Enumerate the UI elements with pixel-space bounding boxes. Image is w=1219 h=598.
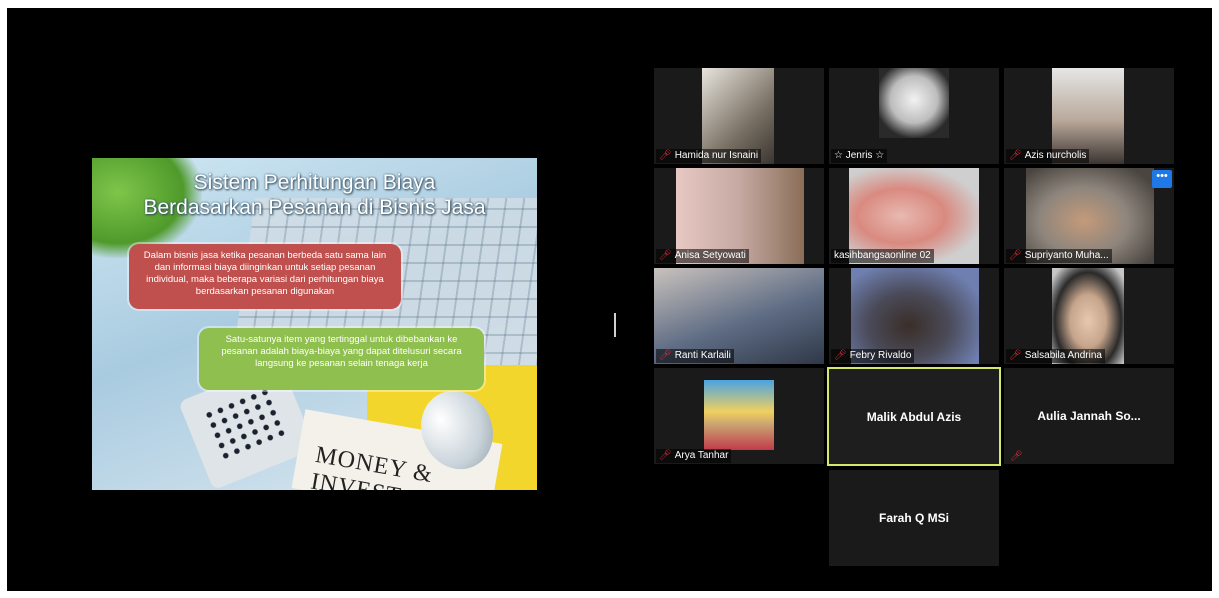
participant-name: kasihbangsaonline 02 — [834, 250, 931, 261]
participant-nametag: 🎤︎ Ranti Karlaili — [656, 349, 734, 363]
participant-video — [704, 380, 774, 450]
slide-title: Sistem Perhitungan Biaya Berdasarkan Pes… — [92, 170, 537, 220]
muted-mic-icon: 🎤︎ — [659, 350, 672, 361]
muted-mic-icon: 🎤︎ — [834, 350, 847, 361]
participant-nametag: 🎤︎ Azis nurcholis — [1006, 149, 1090, 163]
participant-tile[interactable]: 🎤︎ Azis nurcholis — [1004, 68, 1174, 164]
muted-mic-icon: 🎤︎ — [1010, 451, 1023, 462]
muted-mic-icon: 🎤︎ — [1009, 250, 1022, 261]
participant-name: Febry Rivaldo — [849, 350, 912, 361]
participant-tile[interactable]: Aulia Jannah So... 🎤︎ — [1004, 368, 1174, 464]
participant-name: Hamida nur Isnaini — [674, 150, 759, 161]
participant-tile[interactable]: 🎤︎ Salsabila Andrina — [1004, 268, 1174, 364]
participant-tile[interactable]: 🎤︎ Hamida nur Isnaini — [654, 68, 824, 164]
slide-title-line2: Berdasarkan Pesanan di Bisnis Jasa — [143, 196, 486, 219]
participant-tile[interactable]: 🎤︎ Anisa Setyowati — [654, 168, 824, 264]
participant-name: Azis nurcholis — [1024, 150, 1087, 161]
participant-name: Ranti Karlaili — [674, 350, 731, 361]
active-speaker-tile[interactable]: Malik Abdul Azis — [827, 367, 1001, 466]
participant-name: Arya Tanhar — [674, 450, 729, 461]
participant-tile[interactable]: ☆ Jenris ☆ — [829, 68, 999, 164]
slide-title-line1: Sistem Perhitungan Biaya — [193, 171, 436, 194]
participant-tile[interactable]: ••• 🎤︎ Supriyanto Muha... — [1004, 168, 1174, 264]
participant-tile[interactable]: Farah Q MSi — [829, 470, 999, 566]
split-divider-handle[interactable] — [614, 313, 616, 337]
muted-mic-icon: 🎤︎ — [659, 450, 672, 461]
participant-nametag: ☆ Jenris ☆ — [831, 149, 888, 163]
participant-nametag: 🎤︎ Salsabila Andrina — [1006, 349, 1105, 363]
muted-mic-icon: 🎤︎ — [659, 250, 672, 261]
participant-name: Aulia Jannah So... — [1037, 409, 1141, 423]
participant-name: Salsabila Andrina — [1024, 350, 1102, 361]
participant-nametag: 🎤︎ Anisa Setyowati — [656, 249, 749, 263]
participant-video — [879, 68, 949, 138]
participant-tile[interactable]: 🎤︎ Ranti Karlaili — [654, 268, 824, 364]
muted-mic-icon: 🎤︎ — [1009, 350, 1022, 361]
participant-nametag: 🎤︎ Supriyanto Muha... — [1006, 249, 1112, 263]
participant-tile[interactable]: 🎤︎ Arya Tanhar — [654, 368, 824, 464]
shared-screen-slide: MONEY & INVEST Sistem Perhitungan Biaya … — [92, 158, 537, 490]
participant-nametag: 🎤︎ Arya Tanhar — [656, 449, 732, 463]
participant-name: ☆ Jenris ☆ — [834, 150, 885, 161]
slide-green-textbox: Satu-satunya item yang tertinggal untuk … — [199, 328, 484, 390]
participant-name: Anisa Setyowati — [674, 250, 746, 261]
participant-name: Supriyanto Muha... — [1024, 250, 1109, 261]
muted-mic-icon: 🎤︎ — [659, 150, 672, 161]
participant-tile[interactable]: kasihbangsaonline 02 — [829, 168, 999, 264]
participant-nametag: 🎤︎ Hamida nur Isnaini — [656, 149, 762, 163]
participant-tile[interactable]: 🎤︎ Febry Rivaldo — [829, 268, 999, 364]
muted-mic-icon: 🎤︎ — [1009, 150, 1022, 161]
slide-red-textbox: Dalam bisnis jasa ketika pesanan berbeda… — [129, 244, 401, 309]
meeting-window: MONEY & INVEST Sistem Perhitungan Biaya … — [7, 8, 1212, 591]
participant-name: Farah Q MSi — [878, 511, 949, 525]
participant-name: Malik Abdul Azis — [866, 409, 962, 424]
participant-nametag: kasihbangsaonline 02 — [831, 249, 934, 263]
participant-nametag: 🎤︎ Febry Rivaldo — [831, 349, 915, 363]
more-options-button[interactable]: ••• — [1152, 170, 1172, 188]
